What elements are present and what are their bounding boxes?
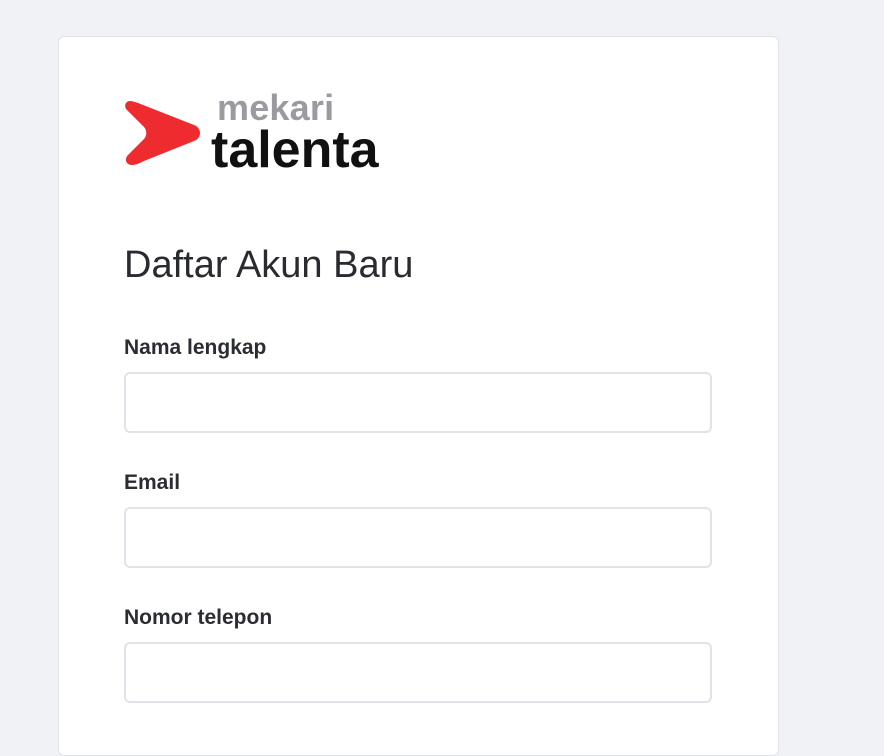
phone-label: Nomor telepon <box>124 606 273 629</box>
phone-input[interactable] <box>124 642 712 703</box>
mekari-talenta-logo: mekari talenta <box>124 88 424 179</box>
mekari-logo-mark-icon <box>125 101 200 165</box>
email-input[interactable] <box>124 507 712 568</box>
full-name-label: Nama lengkap <box>124 336 267 359</box>
logo-product-text: talenta <box>211 121 379 179</box>
registration-card: mekari talenta Daftar Akun Baru Nama len… <box>58 36 779 756</box>
email-label: Email <box>124 471 181 494</box>
page-title: Daftar Akun Baru <box>124 244 414 286</box>
full-name-input[interactable] <box>124 372 712 433</box>
